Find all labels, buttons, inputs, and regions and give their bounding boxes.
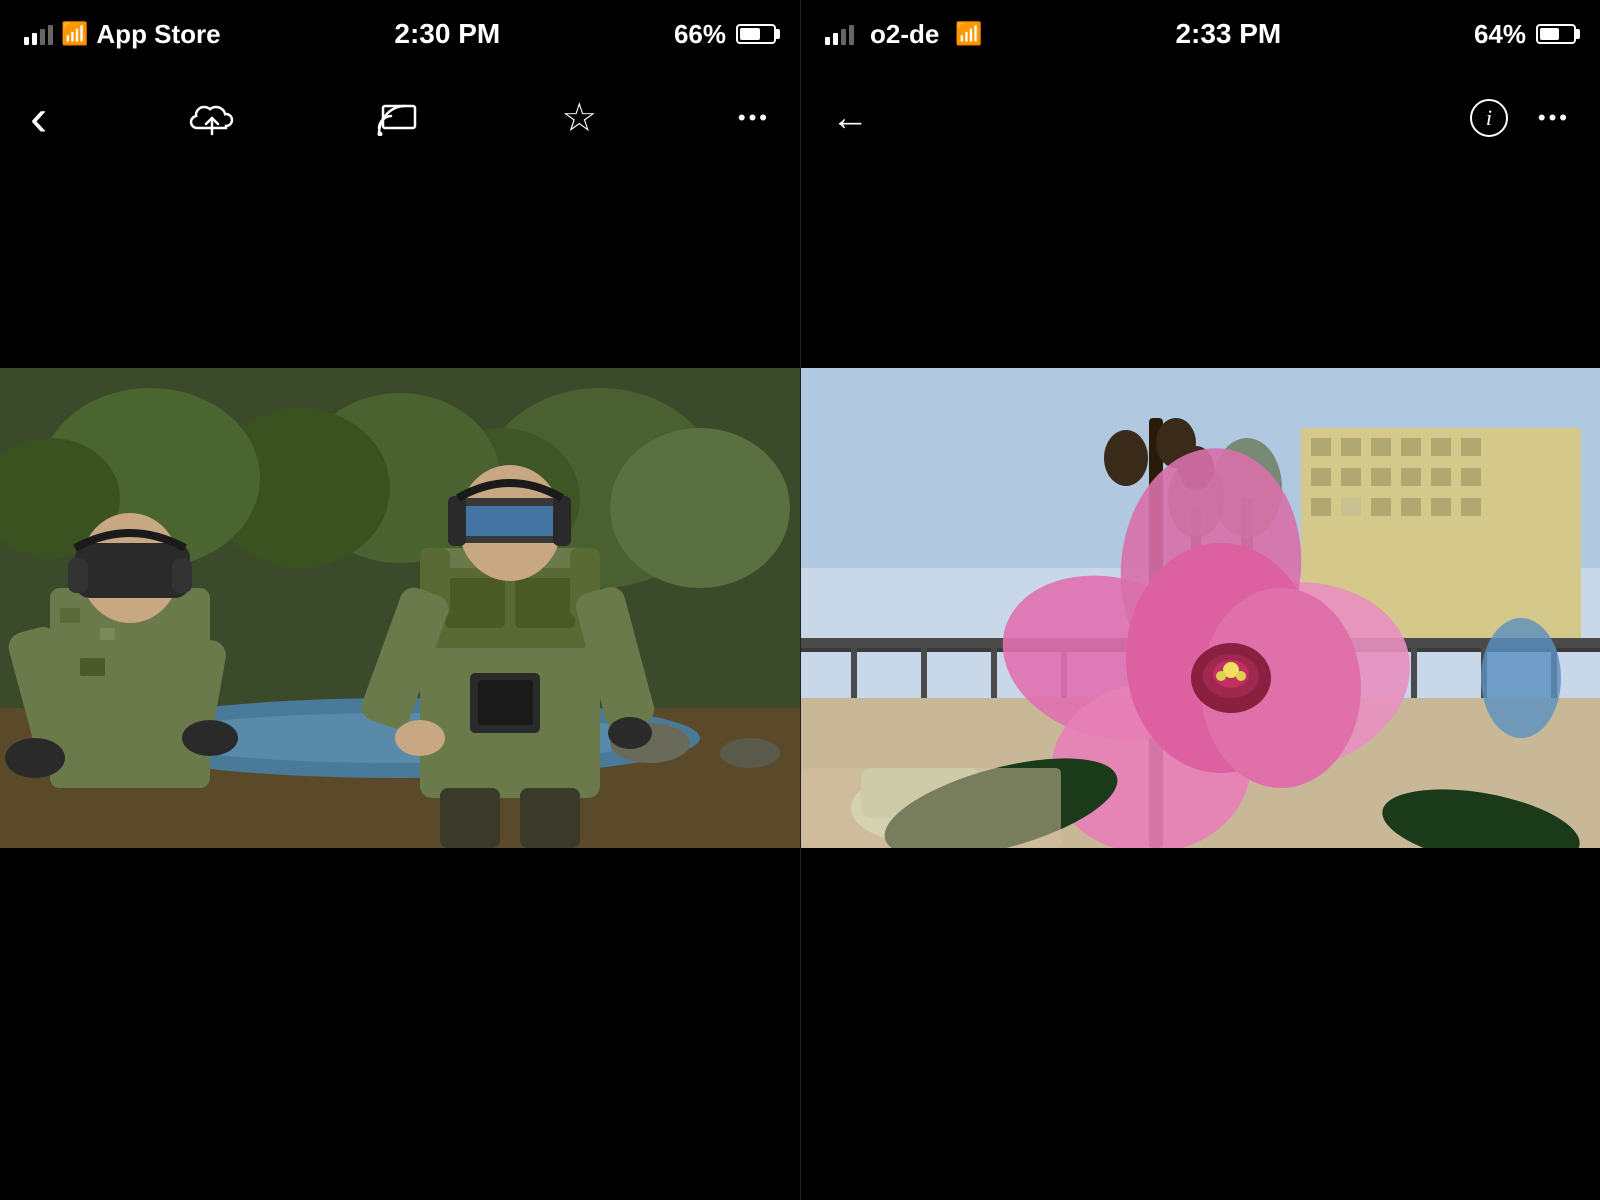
right-status-left: o2-de 📶	[825, 19, 983, 50]
left-bottom-black	[0, 848, 800, 1200]
right-wifi-icon: 📶	[955, 21, 982, 47]
cloud-upload-button[interactable]	[188, 98, 236, 138]
left-status-bar: 📶 App Store 2:30 PM 66%	[0, 0, 800, 68]
right-carrier-label: o2-de	[870, 19, 939, 50]
left-battery-percent: 66%	[674, 19, 726, 50]
right-time: 2:33 PM	[1175, 18, 1281, 50]
left-battery-fill	[740, 28, 760, 40]
more-button-right[interactable]: •••	[1538, 105, 1570, 131]
info-circle-icon: i	[1470, 99, 1508, 137]
more-dots-icon: •••	[738, 105, 770, 131]
left-time: 2:30 PM	[394, 18, 500, 50]
left-wifi-icon: 📶	[61, 21, 88, 47]
left-top-black	[0, 168, 800, 368]
left-battery-icon	[736, 24, 776, 44]
left-toolbar: ‹ •••	[0, 68, 800, 168]
right-battery-icon	[1536, 24, 1576, 44]
info-button[interactable]: i	[1470, 99, 1508, 137]
military-image	[0, 368, 800, 848]
back-chevron-icon: ‹	[30, 92, 47, 144]
right-battery-percent: 64%	[1474, 19, 1526, 50]
back-arrow-button[interactable]: ←	[831, 97, 869, 140]
right-bottom-black	[801, 848, 1600, 1200]
more-dots-right-icon: •••	[1538, 105, 1570, 131]
cloud-upload-icon	[188, 98, 236, 138]
right-status-bar: o2-de 📶 2:33 PM 64%	[801, 0, 1600, 68]
left-carrier-label: App Store	[96, 19, 220, 50]
right-signal-icon	[825, 23, 854, 45]
left-phone: 📶 App Store 2:30 PM 66% ‹	[0, 0, 800, 1200]
arrow-back-icon: ←	[831, 97, 869, 140]
back-button[interactable]: ‹	[30, 92, 47, 144]
more-button-left[interactable]: •••	[738, 105, 770, 131]
right-status-right: 64%	[1474, 19, 1576, 50]
star-button[interactable]	[561, 95, 597, 141]
right-top-black	[801, 168, 1600, 368]
right-battery-fill	[1540, 28, 1559, 40]
cast-icon	[377, 100, 421, 136]
right-phone: o2-de 📶 2:33 PM 64% ← i •••	[800, 0, 1600, 1200]
left-signal-icon	[24, 23, 53, 45]
orchid-image	[801, 368, 1600, 848]
cast-button[interactable]	[377, 100, 421, 136]
left-status-right: 66%	[674, 19, 776, 50]
left-status-left: 📶 App Store	[24, 19, 221, 50]
right-toolbar: ← i •••	[801, 68, 1600, 168]
